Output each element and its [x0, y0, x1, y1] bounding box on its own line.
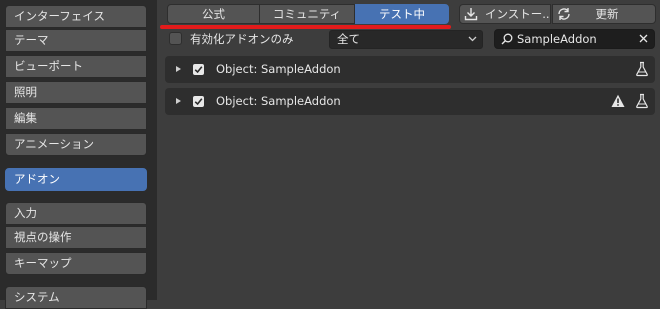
sidebar-item-label: 編集 [14, 111, 37, 125]
addon-source-tabs: 公式 コミュニティ テスト中 [167, 4, 449, 24]
install-label: インストー.. [485, 7, 550, 21]
sidebar-item-label: キーマップ [14, 256, 72, 270]
category-dropdown[interactable]: 全て [329, 30, 483, 49]
checkmark-icon [194, 98, 203, 106]
tab-label: コミュニティ [272, 7, 342, 21]
sidebar-item-label: アドオン [14, 172, 60, 186]
flask-icon [636, 61, 648, 77]
addon-name: Object: SampleAddon [216, 94, 341, 108]
tab-testing[interactable]: テスト中 [355, 4, 449, 24]
tab-official[interactable]: 公式 [167, 4, 260, 24]
refresh-label: 更新 [595, 7, 619, 21]
highlight-underline [160, 25, 451, 29]
refresh-button[interactable]: 更新 [552, 4, 656, 24]
sidebar-item-editing[interactable]: 編集 [5, 107, 147, 130]
enabled-only-checkbox[interactable] [169, 32, 182, 45]
addons-panel: 公式 コミュニティ テスト中 インストー.. 更新 有効化アドオンのみ 全て S… [157, 0, 660, 300]
sidebar-item-label: 入力 [14, 206, 37, 220]
sidebar-item-input[interactable]: 入力 [5, 202, 147, 225]
sidebar-item-label: システム [14, 290, 60, 304]
sidebar-item-keymap[interactable]: キーマップ [5, 252, 147, 275]
download-icon [464, 8, 478, 21]
sidebar-item-themes[interactable]: テーマ [5, 29, 147, 52]
sidebar-item-label: 照明 [14, 85, 37, 99]
tab-label: テスト中 [379, 7, 425, 21]
preferences-sidebar: インターフェイス テーマ ビューポート 照明 編集 アニメーション アドオン 入… [0, 0, 157, 309]
addon-row: Object: SampleAddon [165, 56, 655, 83]
sidebar-item-lighting[interactable]: 照明 [5, 81, 147, 104]
warning-icon [611, 94, 625, 107]
addon-name: Object: SampleAddon [216, 62, 341, 76]
addon-enable-checkbox[interactable] [193, 64, 204, 75]
sidebar-item-system[interactable]: システム [5, 286, 147, 309]
category-value: 全て [337, 32, 360, 46]
sidebar-item-animation[interactable]: アニメーション [5, 133, 147, 156]
sidebar-item-label: ビューポート [14, 59, 83, 73]
enabled-only-label: 有効化アドオンのみ [190, 32, 294, 46]
checkmark-icon [194, 66, 203, 74]
sidebar-item-label: 視点の操作 [14, 230, 72, 244]
chevron-down-icon [468, 36, 477, 42]
expand-arrow-icon[interactable] [176, 66, 181, 72]
sidebar-item-viewport[interactable]: ビューポート [5, 55, 147, 78]
addon-enable-checkbox[interactable] [193, 96, 204, 107]
sidebar-item-label: アニメーション [14, 137, 95, 151]
sidebar-item-label: インターフェイス [14, 9, 105, 23]
sidebar-item-label: テーマ [14, 33, 49, 47]
search-input[interactable]: SampleAddon [494, 29, 655, 49]
expand-arrow-icon[interactable] [176, 98, 181, 104]
flask-icon [636, 93, 648, 109]
sidebar-item-addons[interactable]: アドオン [5, 168, 147, 191]
search-value: SampleAddon [517, 32, 597, 46]
search-icon [501, 33, 513, 45]
tab-community[interactable]: コミュニティ [260, 4, 355, 24]
tab-label: 公式 [202, 7, 225, 21]
clear-icon[interactable] [639, 34, 648, 43]
install-button[interactable]: インストー.. [459, 4, 551, 24]
sidebar-item-navigation[interactable]: 視点の操作 [5, 226, 147, 249]
sidebar-item-interface[interactable]: インターフェイス [5, 5, 147, 28]
addon-row: Object: SampleAddon [165, 88, 655, 115]
